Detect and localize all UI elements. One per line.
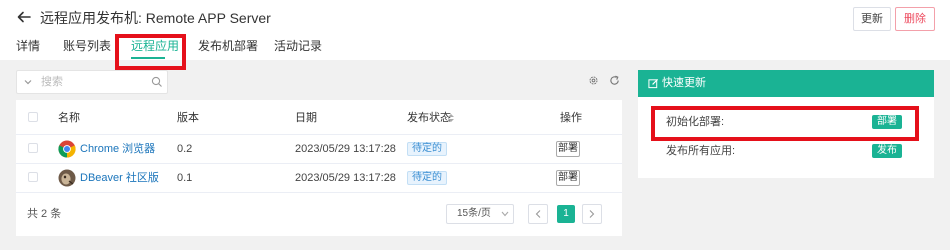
row-divider — [16, 134, 622, 135]
app-name-link[interactable]: DBeaver 社区版 — [80, 172, 159, 184]
delete-button[interactable]: 删除 — [895, 7, 935, 31]
column-header-status[interactable]: 发布状态 — [407, 112, 451, 124]
total-count: 共 2 条 — [27, 208, 62, 220]
quick-update-panel: 快速更新 初始化部署: 部署 发布所有应用: 发布 — [638, 70, 934, 178]
dbeaver-icon — [58, 169, 76, 187]
quick-update-title: 快速更新 — [662, 77, 706, 89]
page-size-value: 15条/页 — [457, 208, 491, 219]
column-header-version: 版本 — [177, 112, 199, 124]
search-input[interactable] — [41, 74, 145, 90]
row-divider — [16, 163, 622, 164]
next-page-button[interactable] — [582, 204, 602, 224]
app-name-link[interactable]: Chrome 浏览器 — [80, 143, 155, 155]
page-header: 远程应用发布机: Remote APP Server 更新 删除 详情 账号列表… — [0, 0, 950, 60]
row-divider — [16, 192, 622, 193]
select-all-checkbox[interactable] — [28, 112, 38, 122]
chevron-right-icon — [589, 210, 595, 218]
app-date: 2023/05/29 13:17:28 — [295, 172, 396, 184]
app-version: 0.2 — [177, 143, 193, 155]
page-size-select[interactable]: 15条/页 — [446, 204, 514, 224]
chevron-down-icon[interactable] — [23, 77, 33, 87]
search-box — [16, 70, 168, 94]
prev-page-button[interactable] — [528, 204, 548, 224]
row-checkbox[interactable] — [28, 172, 38, 182]
tab-bar: 详情 账号列表 远程应用 发布机部署 活动记录 — [0, 34, 950, 60]
status-badge: 待定的 — [407, 171, 447, 185]
chevron-left-icon — [535, 210, 541, 218]
search-icon[interactable] — [151, 76, 163, 88]
page-title: 远程应用发布机: Remote APP Server — [40, 10, 271, 26]
back-arrow-icon[interactable] — [16, 9, 32, 25]
publish-all-label: 发布所有应用: — [666, 145, 736, 157]
row-checkbox[interactable] — [28, 143, 38, 153]
publish-all-button[interactable]: 发布 — [872, 144, 902, 158]
refresh-icon[interactable] — [609, 75, 620, 86]
update-button[interactable]: 更新 — [853, 7, 891, 31]
active-tab-indicator — [131, 57, 165, 59]
app-date: 2023/05/29 13:17:28 — [295, 143, 396, 155]
remote-apps-table: 名称 版本 日期 发布状态 操作 Chrome 浏览器 0.2 2023/05/… — [16, 100, 622, 236]
deploy-button[interactable]: 部署 — [556, 170, 580, 186]
tab-remote-apps[interactable]: 远程应用 — [131, 39, 179, 53]
tab-accounts[interactable]: 账号列表 — [63, 39, 111, 53]
page-number-current[interactable]: 1 — [557, 205, 575, 223]
chrome-icon — [58, 140, 76, 158]
column-header-actions: 操作 — [560, 112, 582, 124]
status-badge: 待定的 — [407, 142, 447, 156]
tab-activity[interactable]: 活动记录 — [274, 39, 322, 53]
settings-gear-icon[interactable] — [588, 75, 599, 86]
tab-details[interactable]: 详情 — [16, 39, 40, 53]
tab-deployment[interactable]: 发布机部署 — [198, 39, 258, 53]
quick-update-header: 快速更新 — [638, 70, 934, 97]
column-header-name: 名称 — [58, 112, 80, 124]
app-version: 0.1 — [177, 172, 193, 184]
edit-icon — [648, 78, 659, 89]
deploy-button[interactable]: 部署 — [556, 141, 580, 157]
init-deploy-label: 初始化部署: — [666, 116, 725, 128]
column-header-date: 日期 — [295, 112, 317, 124]
chevron-down-icon — [501, 211, 509, 217]
init-deploy-button[interactable]: 部署 — [872, 115, 902, 129]
sort-icon[interactable] — [447, 113, 455, 123]
